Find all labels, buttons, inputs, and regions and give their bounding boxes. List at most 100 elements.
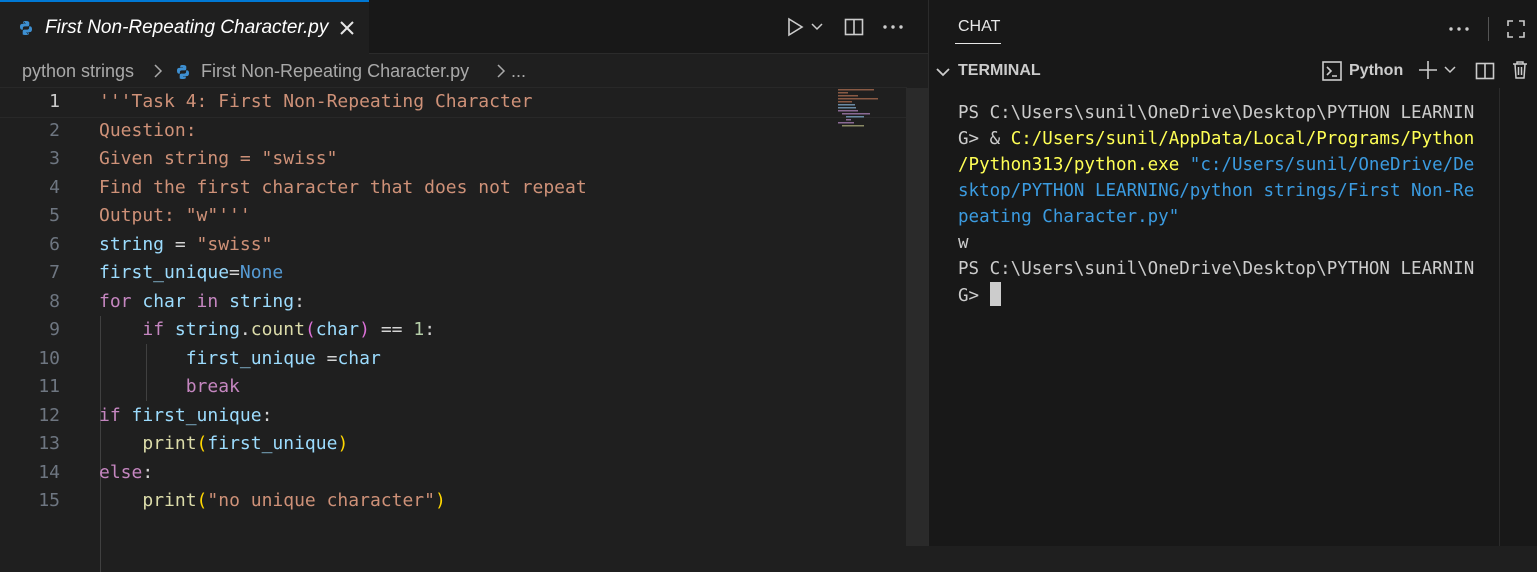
- terminal-line: G>: [958, 282, 1498, 309]
- editor-scrollbar[interactable]: [906, 88, 928, 546]
- terminal-text: C:/Users/sunil/AppData/Local/Programs/Py…: [1010, 129, 1475, 149]
- code-token: :: [294, 290, 305, 312]
- code-text: Given string = "swiss": [99, 145, 337, 174]
- code-token: .: [239, 319, 251, 340]
- code-token: if: [142, 319, 165, 340]
- code-text: print("no unique character"): [99, 487, 445, 516]
- terminal-line: /Python313/python.exe "c:/Users/sunil/On…: [958, 152, 1498, 178]
- code-line[interactable]: 2 Question:: [0, 117, 906, 146]
- terminal-line: PS C:\Users\sunil\OneDrive\Desktop\PYTHO…: [958, 100, 1498, 126]
- code-token: ): [359, 319, 370, 340]
- line-number: 12: [38, 404, 60, 426]
- code-token: else: [99, 461, 143, 483]
- code-line[interactable]: 10 first_unique =char: [0, 345, 906, 374]
- code-token: ==: [369, 319, 414, 340]
- breadcrumb-more[interactable]: ...: [511, 61, 526, 82]
- terminal-header: TERMINAL Python: [929, 56, 1537, 86]
- code-token: Output: "w"''': [99, 205, 251, 226]
- code-line[interactable]: 4 Find the first character that does not …: [0, 174, 906, 203]
- terminal-text: peating Character.py": [958, 207, 1180, 227]
- code-token: print: [142, 490, 197, 511]
- editor-area: First Non-Repeating Character.py python …: [0, 0, 928, 572]
- code-line[interactable]: 9 if string.count(char) == 1:: [0, 316, 906, 345]
- terminal-line: G> & C:/Users/sunil/AppData/Local/Progra…: [958, 126, 1498, 152]
- code-token: first_unique: [120, 404, 262, 426]
- line-number: 2: [49, 119, 60, 141]
- breadcrumb-file[interactable]: First Non-Repeating Character.py: [201, 61, 469, 82]
- run-icon[interactable]: [784, 16, 806, 43]
- close-icon[interactable]: [336, 17, 358, 39]
- split-editor-icon[interactable]: [843, 16, 865, 43]
- chevron-down-icon[interactable]: [1443, 63, 1457, 82]
- code-text: first_unique=None: [99, 259, 283, 288]
- code-token: "swiss": [196, 233, 273, 255]
- code-line[interactable]: 15 print("no unique character"): [0, 487, 906, 516]
- split-terminal-icon[interactable]: [1474, 60, 1496, 87]
- code-token: 1: [413, 319, 425, 340]
- line-number: 14: [38, 461, 60, 483]
- code-token: char: [315, 319, 360, 340]
- code-token: (: [304, 319, 316, 340]
- shell-label[interactable]: Python: [1349, 62, 1403, 80]
- terminal-line: peating Character.py": [958, 204, 1498, 230]
- code-token: ): [337, 433, 349, 454]
- more-icon[interactable]: [1447, 18, 1471, 45]
- code-line[interactable]: 13 print(first_unique): [0, 430, 906, 459]
- code-token: (: [196, 433, 208, 454]
- terminal-line: sktop/PYTHON LEARNING/python strings/Fir…: [958, 178, 1498, 204]
- code-line[interactable]: 3 Given string = "swiss": [0, 145, 906, 174]
- code-token: '''Task 4: First Non-Repeating Character: [99, 91, 533, 112]
- code-editor[interactable]: 1 '''Task 4: First Non-Repeating Characte…: [0, 87, 907, 572]
- terminal-line: PS C:\Users\sunil\OneDrive\Desktop\PYTHO…: [958, 256, 1498, 282]
- terminal-output[interactable]: PS C:\Users\sunil\OneDrive\Desktop\PYTHO…: [958, 100, 1498, 309]
- code-line[interactable]: 8 for char in string:: [0, 288, 906, 317]
- code-token: string: [218, 290, 295, 312]
- code-line[interactable]: 6 string = "swiss": [0, 231, 906, 260]
- editor-tab[interactable]: First Non-Repeating Character.py: [0, 0, 369, 54]
- chevron-right-icon: [495, 61, 507, 86]
- code-text: if string.count(char) == 1:: [99, 316, 435, 345]
- minimap[interactable]: [838, 88, 888, 128]
- chevron-down-icon[interactable]: [810, 20, 824, 39]
- line-number: 13: [38, 433, 60, 454]
- trash-icon[interactable]: [1509, 59, 1531, 86]
- code-line[interactable]: 7 first_unique=None: [0, 259, 906, 288]
- code-token: count: [250, 319, 305, 340]
- code-token: string: [99, 233, 165, 255]
- code-token: print: [142, 433, 197, 454]
- tab-chat[interactable]: CHAT: [958, 18, 1000, 36]
- terminal-line: w: [958, 230, 1498, 256]
- code-line[interactable]: 1 '''Task 4: First Non-Repeating Characte…: [0, 87, 907, 118]
- code-token: if: [99, 404, 121, 426]
- terminal-text: w: [958, 233, 969, 253]
- code-line[interactable]: 12 if first_unique:: [0, 402, 906, 431]
- plus-icon[interactable]: [1417, 59, 1439, 86]
- chevron-right-icon: [152, 61, 164, 86]
- breadcrumb-folder[interactable]: python strings: [22, 61, 134, 82]
- code-line[interactable]: 5 Output: "w"''': [0, 202, 906, 231]
- code-text: Question:: [99, 117, 197, 146]
- terminal-text: G> &: [958, 129, 1011, 149]
- editor-tab-bar: First Non-Repeating Character.py: [0, 0, 928, 54]
- code-text: for char in string:: [99, 288, 305, 317]
- maximize-icon[interactable]: [1505, 18, 1527, 45]
- terminal-title[interactable]: TERMINAL: [958, 62, 1041, 80]
- line-number: 3: [49, 148, 60, 169]
- code-token: string: [164, 319, 240, 340]
- code-token: in: [196, 290, 219, 312]
- terminal-scrollbar[interactable]: [1499, 88, 1500, 546]
- code-token: :: [261, 404, 273, 426]
- more-icon[interactable]: [881, 16, 905, 43]
- chevron-down-icon[interactable]: [935, 64, 951, 85]
- code-token: :: [142, 461, 154, 483]
- line-number: 5: [49, 205, 60, 226]
- active-tab-indicator: [955, 43, 1001, 44]
- breadcrumb: python strings First Non-Repeating Chara…: [0, 54, 928, 88]
- code-line[interactable]: 11 break: [0, 373, 906, 402]
- code-token: "no unique character": [207, 490, 435, 511]
- code-line[interactable]: 14 else:: [0, 459, 906, 488]
